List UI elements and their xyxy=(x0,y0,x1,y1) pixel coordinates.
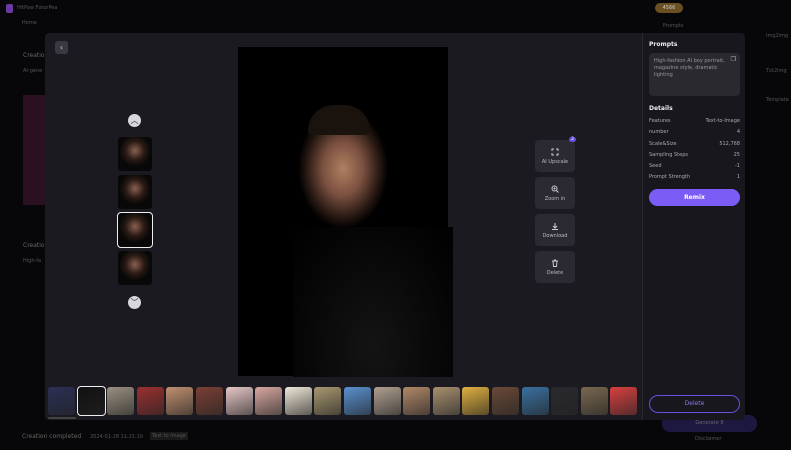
strip-thumbnail[interactable] xyxy=(580,387,608,415)
detail-row: number 4 xyxy=(649,129,740,135)
detail-value: -1 xyxy=(735,163,740,170)
image-strip xyxy=(48,386,638,416)
detail-key: number xyxy=(649,129,669,136)
prompts-bg-label: Prompts xyxy=(663,23,684,29)
strip-thumbnail[interactable] xyxy=(225,387,253,415)
txt2img-tab[interactable]: Txt2img xyxy=(766,68,787,74)
strip-thumbnail[interactable] xyxy=(255,387,283,415)
strip-thumbnail[interactable] xyxy=(343,387,371,415)
action-label: AI Upscale xyxy=(541,158,569,165)
app-logo xyxy=(6,4,13,13)
generate-cost: 8 xyxy=(720,420,724,426)
download-button[interactable]: Download xyxy=(535,214,575,246)
strip-thumbnail[interactable] xyxy=(48,387,75,415)
image-viewer-modal: ‹ ︿ ﹀ AI Upscale 2 Zoom in Download Delete P… xyxy=(45,33,745,420)
status-time: 2024-01-28 11:21:10 xyxy=(90,434,144,440)
thumbnail-column xyxy=(117,137,153,285)
strip-thumbnail[interactable] xyxy=(195,387,223,415)
app-title: HitPaw FotorPea xyxy=(17,5,58,11)
creation-image[interactable] xyxy=(23,95,45,205)
zoom-in-icon xyxy=(551,185,559,193)
detail-value: Text-to-Image xyxy=(705,118,741,124)
img2img-tab[interactable]: Img2img xyxy=(766,33,788,39)
strip-thumbnail[interactable] xyxy=(314,387,342,415)
strip-thumbnail[interactable] xyxy=(373,387,401,415)
strip-thumbnail[interactable] xyxy=(521,387,549,415)
thumbnail[interactable] xyxy=(117,212,153,248)
detail-row: Seed -1 xyxy=(649,163,740,169)
zoom-in-button[interactable]: Zoom in xyxy=(535,177,575,209)
trash-icon xyxy=(552,259,558,267)
detail-key: Sampling Steps xyxy=(649,151,688,158)
detail-value: 25 xyxy=(733,151,740,158)
detail-key: Features xyxy=(649,118,671,124)
action-label: Download xyxy=(542,232,568,239)
action-buttons: AI Upscale 2 Zoom in Download Delete xyxy=(535,137,576,283)
detail-value: 1 xyxy=(736,174,740,181)
detail-key: Scale&Size xyxy=(649,140,677,147)
strip-thumbnail[interactable] xyxy=(136,387,164,415)
back-button[interactable]: ‹ xyxy=(55,41,68,54)
prompt-box: High-fashion AI boy portrait, magazine s… xyxy=(649,53,740,96)
prompt-text: High-fashion AI boy portrait, magazine s… xyxy=(654,58,725,78)
details-list: Features Text-to-Image number 4 Scale&Size 51… xyxy=(649,118,740,186)
strip-thumbnail[interactable] xyxy=(551,387,579,415)
details-title: Details xyxy=(649,105,673,112)
detail-row: Features Text-to-Image xyxy=(649,118,740,124)
strip-thumbnail[interactable] xyxy=(284,387,312,415)
strip-thumbnail[interactable] xyxy=(432,387,460,415)
copy-icon[interactable]: ❐ xyxy=(731,56,736,64)
detail-row: Sampling Steps 25 xyxy=(649,152,740,158)
detail-key: Prompt Strength xyxy=(649,174,691,181)
detail-key: Seed xyxy=(649,163,662,170)
prompts-title: Prompts xyxy=(649,41,678,48)
strip-thumbnail[interactable] xyxy=(610,387,638,415)
home-link[interactable]: Home xyxy=(22,20,37,26)
action-label: Delete xyxy=(546,269,564,276)
download-icon xyxy=(552,222,558,230)
strip-scrollbar[interactable] xyxy=(48,417,76,419)
action-label: Zoom in xyxy=(544,195,566,202)
delete-button[interactable]: Delete xyxy=(649,395,740,413)
disclaimer-link[interactable]: Disclaimer xyxy=(695,436,721,442)
detail-value: 512,768 xyxy=(719,140,740,147)
coin-badge[interactable]: 4566 xyxy=(655,3,683,13)
credit-badge: 2 xyxy=(569,137,576,142)
template-tab[interactable]: Template xyxy=(766,97,789,103)
detail-row: Prompt Strength 1 xyxy=(649,174,740,180)
strip-thumbnail[interactable] xyxy=(403,387,431,415)
strip-thumbnail[interactable] xyxy=(491,387,519,415)
thumbnail[interactable] xyxy=(118,175,152,209)
ai-upscale-button[interactable]: AI Upscale 2 xyxy=(535,137,576,172)
strip-thumbnail[interactable] xyxy=(107,387,135,415)
strip-thumbnail[interactable] xyxy=(76,386,106,416)
remix-button[interactable]: Remix xyxy=(649,189,740,206)
thumbs-down-button[interactable]: ﹀ xyxy=(128,296,141,309)
creation-sub-1: AI-gene xyxy=(23,68,43,74)
detail-row: Scale&Size 512,768 xyxy=(649,141,740,147)
status-tag: Text to Image xyxy=(150,432,188,440)
expand-icon xyxy=(551,148,559,155)
thumbnail[interactable] xyxy=(118,137,152,171)
generate-label: Generate xyxy=(695,420,719,426)
strip-thumbnail[interactable] xyxy=(166,387,194,415)
thumbs-up-button[interactable]: ︿ xyxy=(128,114,141,127)
thumbnail[interactable] xyxy=(118,251,152,285)
creation-sub-2: High-fa xyxy=(23,258,42,264)
status-text: Creation completed xyxy=(22,433,82,440)
delete-button[interactable]: Delete xyxy=(535,251,575,283)
main-image xyxy=(238,47,453,377)
strip-thumbnail[interactable] xyxy=(462,387,490,415)
details-panel: Prompts High-fashion AI boy portrait, ma… xyxy=(642,33,745,420)
detail-value: 4 xyxy=(736,129,740,136)
